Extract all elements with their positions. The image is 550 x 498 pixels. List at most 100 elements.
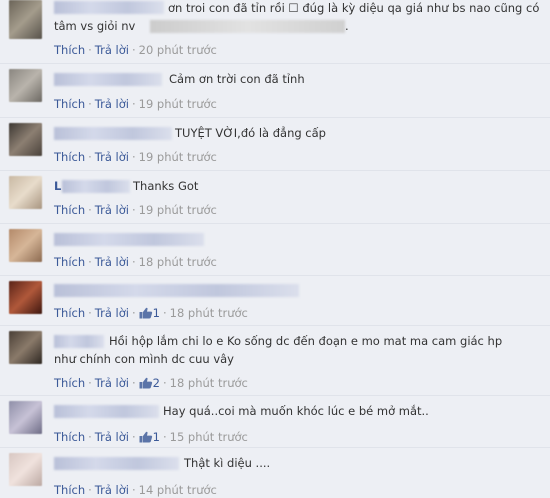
avatar[interactable] (9, 69, 42, 102)
reply-link[interactable]: Trả lời (95, 306, 129, 320)
comment-actions: Thích · Trả lời · 20 phút trước (54, 43, 217, 57)
separator: · (88, 306, 92, 320)
separator: · (88, 430, 92, 444)
reply-link[interactable]: Trả lời (95, 43, 129, 57)
separator: · (162, 376, 167, 390)
comment-item: Cảm ơn trời con đã tỉnh Thích · Trả lời · 19… (0, 64, 550, 118)
avatar[interactable] (9, 401, 42, 434)
comment-item: Hay quá..coi mà muốn khóc lúc e bé mở mắ… (0, 396, 550, 448)
comment-text: Hay quá..coi mà muốn khóc lúc e bé mở mắ… (163, 404, 429, 418)
comment-text: TUYỆT VỜI,đó là đẳng cấp (175, 126, 326, 140)
reply-link[interactable]: Trả lời (95, 97, 129, 111)
comment-actions: Thích · Trả lời · 18 phút trước (54, 255, 217, 269)
separator: · (88, 203, 92, 217)
commenter-name[interactable] (54, 127, 172, 140)
separator: · (88, 483, 92, 497)
separator: · (88, 376, 92, 390)
commenter-initial[interactable]: L (54, 179, 61, 193)
timestamp[interactable]: 18 phút trước (170, 306, 248, 320)
like-link[interactable]: Thích (54, 43, 85, 57)
like-count[interactable]: 1 (153, 306, 160, 320)
comment-item: Thích · Trả lời · 1 · 18 phút trước (0, 276, 550, 326)
separator: · (162, 430, 167, 444)
reply-link[interactable]: Trả lời (95, 203, 129, 217)
separator: · (162, 306, 167, 320)
comment-text-line-2: tâm vs giỏi nv (54, 19, 136, 33)
avatar[interactable] (9, 0, 42, 39)
avatar[interactable] (9, 176, 42, 209)
comment-actions: Thích · Trả lời · 19 phút trước (54, 203, 217, 217)
comment-item: Hồi hộp lắm chi lo e Ko sống dc đến đoạn… (0, 326, 550, 396)
comment-item: ơn troi con đã tỉn rồi ☐ đúg là kỳ diệu … (0, 0, 550, 64)
commenter-name[interactable] (54, 457, 179, 470)
timestamp[interactable]: 19 phút trước (139, 150, 217, 164)
reply-link[interactable]: Trả lời (95, 376, 129, 390)
timestamp[interactable]: 15 phút trước (170, 430, 248, 444)
separator: · (131, 43, 136, 57)
separator: · (131, 97, 136, 111)
comment-text-line-1: ơn troi con đã tỉn rồi ☐ đúg là kỳ diệu … (168, 1, 540, 15)
separator: · (88, 97, 92, 111)
blurred-text (150, 20, 345, 33)
like-link[interactable]: Thích (54, 203, 85, 217)
reply-link[interactable]: Trả lời (95, 255, 129, 269)
separator: · (131, 306, 136, 320)
commenter-name[interactable] (54, 284, 299, 297)
comment-actions: Thích · Trả lời · 2 · 18 phút trước (54, 376, 248, 390)
commenter-name[interactable] (54, 405, 159, 418)
comment-actions: Thích · Trả lời · 1 · 18 phút trước (54, 306, 248, 320)
separator: · (131, 255, 136, 269)
like-link[interactable]: Thích (54, 483, 85, 497)
reply-link[interactable]: Trả lời (95, 150, 129, 164)
commenter-name[interactable] (54, 233, 204, 246)
separator: · (88, 43, 92, 57)
comment-item: L Thanks Got Thích · Trả lời · 19 phút trước (0, 171, 550, 224)
thumbs-up-icon[interactable] (139, 377, 153, 389)
comment-actions: Thích · Trả lời · 1 · 15 phút trước (54, 430, 248, 444)
reply-link[interactable]: Trả lời (95, 430, 129, 444)
comment-text: Thanks Got (133, 179, 199, 193)
like-link[interactable]: Thích (54, 430, 85, 444)
comment-text-line-2: như chính con mình dc cuu vây (54, 352, 234, 366)
separator: · (131, 203, 136, 217)
separator: · (131, 376, 136, 390)
like-link[interactable]: Thích (54, 97, 85, 111)
comment-item: Thích · Trả lời · 18 phút trước (0, 224, 550, 276)
separator: · (131, 430, 136, 444)
commenter-name[interactable] (54, 1, 164, 14)
timestamp[interactable]: 18 phút trước (170, 376, 248, 390)
like-count[interactable]: 1 (153, 430, 160, 444)
separator: · (131, 150, 136, 164)
avatar[interactable] (9, 229, 42, 262)
comment-text-line-1: Hồi hộp lắm chi lo e Ko sống dc đến đoạn… (109, 334, 503, 348)
separator: · (131, 483, 136, 497)
timestamp[interactable]: 20 phút trước (139, 43, 217, 57)
separator: · (88, 150, 92, 164)
commenter-name[interactable] (54, 335, 104, 348)
comment-actions: Thích · Trả lời · 19 phút trước (54, 97, 217, 111)
separator: · (88, 255, 92, 269)
thumbs-up-icon[interactable] (139, 431, 153, 443)
comment-actions: Thích · Trả lời · 19 phút trước (54, 150, 217, 164)
like-link[interactable]: Thích (54, 376, 85, 390)
thumbs-up-icon[interactable] (139, 307, 153, 319)
comment-trailing: . (345, 19, 349, 33)
avatar[interactable] (9, 453, 42, 486)
timestamp[interactable]: 19 phút trước (139, 97, 217, 111)
avatar[interactable] (9, 331, 42, 364)
like-link[interactable]: Thích (54, 150, 85, 164)
comment-text: Cảm ơn trời con đã tỉnh (169, 72, 305, 86)
timestamp[interactable]: 18 phút trước (139, 255, 217, 269)
like-count[interactable]: 2 (153, 376, 160, 390)
comment-item: Thật kì diệu .... Thích · Trả lời · 14 phút … (0, 448, 550, 498)
commenter-name[interactable] (62, 180, 130, 193)
like-link[interactable]: Thích (54, 255, 85, 269)
timestamp[interactable]: 19 phút trước (139, 203, 217, 217)
avatar[interactable] (9, 281, 42, 314)
commenter-name[interactable] (54, 73, 162, 86)
timestamp[interactable]: 14 phút trước (139, 483, 217, 497)
comment-text: Thật kì diệu .... (184, 456, 271, 470)
like-link[interactable]: Thích (54, 306, 85, 320)
reply-link[interactable]: Trả lời (95, 483, 129, 497)
avatar[interactable] (9, 123, 42, 156)
